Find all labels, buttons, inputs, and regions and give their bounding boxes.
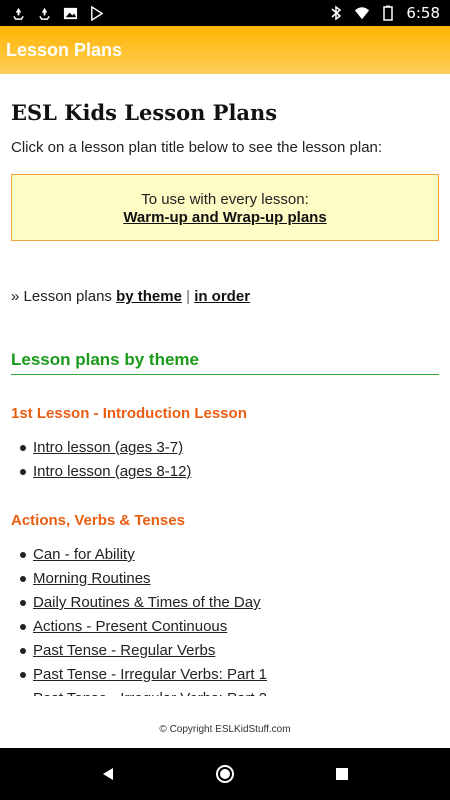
image-icon — [62, 5, 78, 21]
list-item: Intro lesson (ages 8-12) — [11, 460, 439, 484]
bullet — [20, 624, 26, 630]
lesson-link[interactable]: Past Tense - Irregular Verbs: Part 1 — [33, 663, 267, 687]
in-order-link[interactable]: in order — [194, 288, 250, 305]
notice-text: To use with every lesson: — [141, 191, 309, 208]
lesson-plans-prefix: » Lesson plans — [11, 288, 112, 305]
bullet — [20, 672, 26, 678]
status-bar: 6:58 — [0, 0, 450, 26]
navigation-bar — [0, 748, 450, 800]
lesson-link[interactable]: Daily Routines & Times of the Day — [33, 591, 261, 615]
list-item: Morning Routines — [11, 567, 439, 591]
by-theme-link[interactable]: by theme — [116, 288, 182, 305]
copyright-text: © Copyright ESLKidStuff.com — [159, 724, 291, 735]
app-title: Lesson Plans — [6, 39, 123, 60]
lesson-link[interactable]: Can - for Ability — [33, 543, 135, 567]
bullet — [20, 552, 26, 558]
group-title: Actions, Verbs & Tenses — [11, 512, 185, 529]
lesson-link[interactable]: Past Tense - Regular Verbs — [33, 639, 215, 663]
separator: | — [186, 288, 191, 305]
lesson-link[interactable]: Intro lesson (ages 8-12) — [33, 460, 191, 484]
warmup-wrapup-link[interactable]: Warm-up and Wrap-up plans — [12, 209, 438, 226]
list-item: Past Tense - Irregular Verbs: Part 1 — [11, 663, 439, 687]
lesson-plans-nav: » Lesson plans by theme | in order — [11, 288, 439, 305]
app-bar: Lesson Plans — [0, 26, 450, 74]
list-item: Past Tense - Irregular Verbs: Part 2 — [11, 687, 439, 696]
list-item: Intro lesson (ages 3-7) — [11, 436, 439, 460]
wifi-icon — [354, 5, 370, 21]
intro-text: Click on a lesson plan title below to se… — [11, 139, 383, 156]
section-title: Lesson plans by theme — [11, 350, 439, 375]
lesson-link[interactable]: Intro lesson (ages 3-7) — [33, 436, 183, 460]
lesson-list: Intro lesson (ages 3-7) Intro lesson (ag… — [11, 436, 439, 484]
recents-icon[interactable] — [327, 759, 357, 789]
page-content: ESL Kids Lesson Plans Click on a lesson … — [0, 74, 450, 696]
status-time: 6:58 — [406, 4, 440, 22]
bluetooth-icon — [328, 5, 344, 21]
home-icon[interactable] — [210, 759, 240, 789]
list-item: Actions - Present Continuous — [11, 615, 439, 639]
lesson-list: Can - for Ability Morning Routines Daily… — [11, 543, 439, 696]
bullet — [20, 648, 26, 654]
notice-box: To use with every lesson: Warm-up and Wr… — [11, 174, 439, 241]
bullet — [20, 469, 26, 475]
group-title: 1st Lesson - Introduction Lesson — [11, 405, 247, 422]
lesson-link[interactable]: Actions - Present Continuous — [33, 615, 227, 639]
play-store-icon — [88, 5, 104, 21]
recycle-icon — [36, 5, 52, 21]
bullet — [20, 576, 26, 582]
battery-icon — [380, 5, 396, 21]
bullet — [20, 445, 26, 451]
page-title: ESL Kids Lesson Plans — [11, 100, 278, 125]
lesson-link[interactable]: Past Tense - Irregular Verbs: Part 2 — [33, 687, 267, 696]
list-item: Daily Routines & Times of the Day — [11, 591, 439, 615]
back-icon[interactable] — [93, 759, 123, 789]
bullet — [20, 600, 26, 606]
list-item: Can - for Ability — [11, 543, 439, 567]
footer: © Copyright ESLKidStuff.com — [0, 696, 450, 748]
recycle-icon — [10, 5, 26, 21]
list-item: Past Tense - Regular Verbs — [11, 639, 439, 663]
lesson-link[interactable]: Morning Routines — [33, 567, 151, 591]
